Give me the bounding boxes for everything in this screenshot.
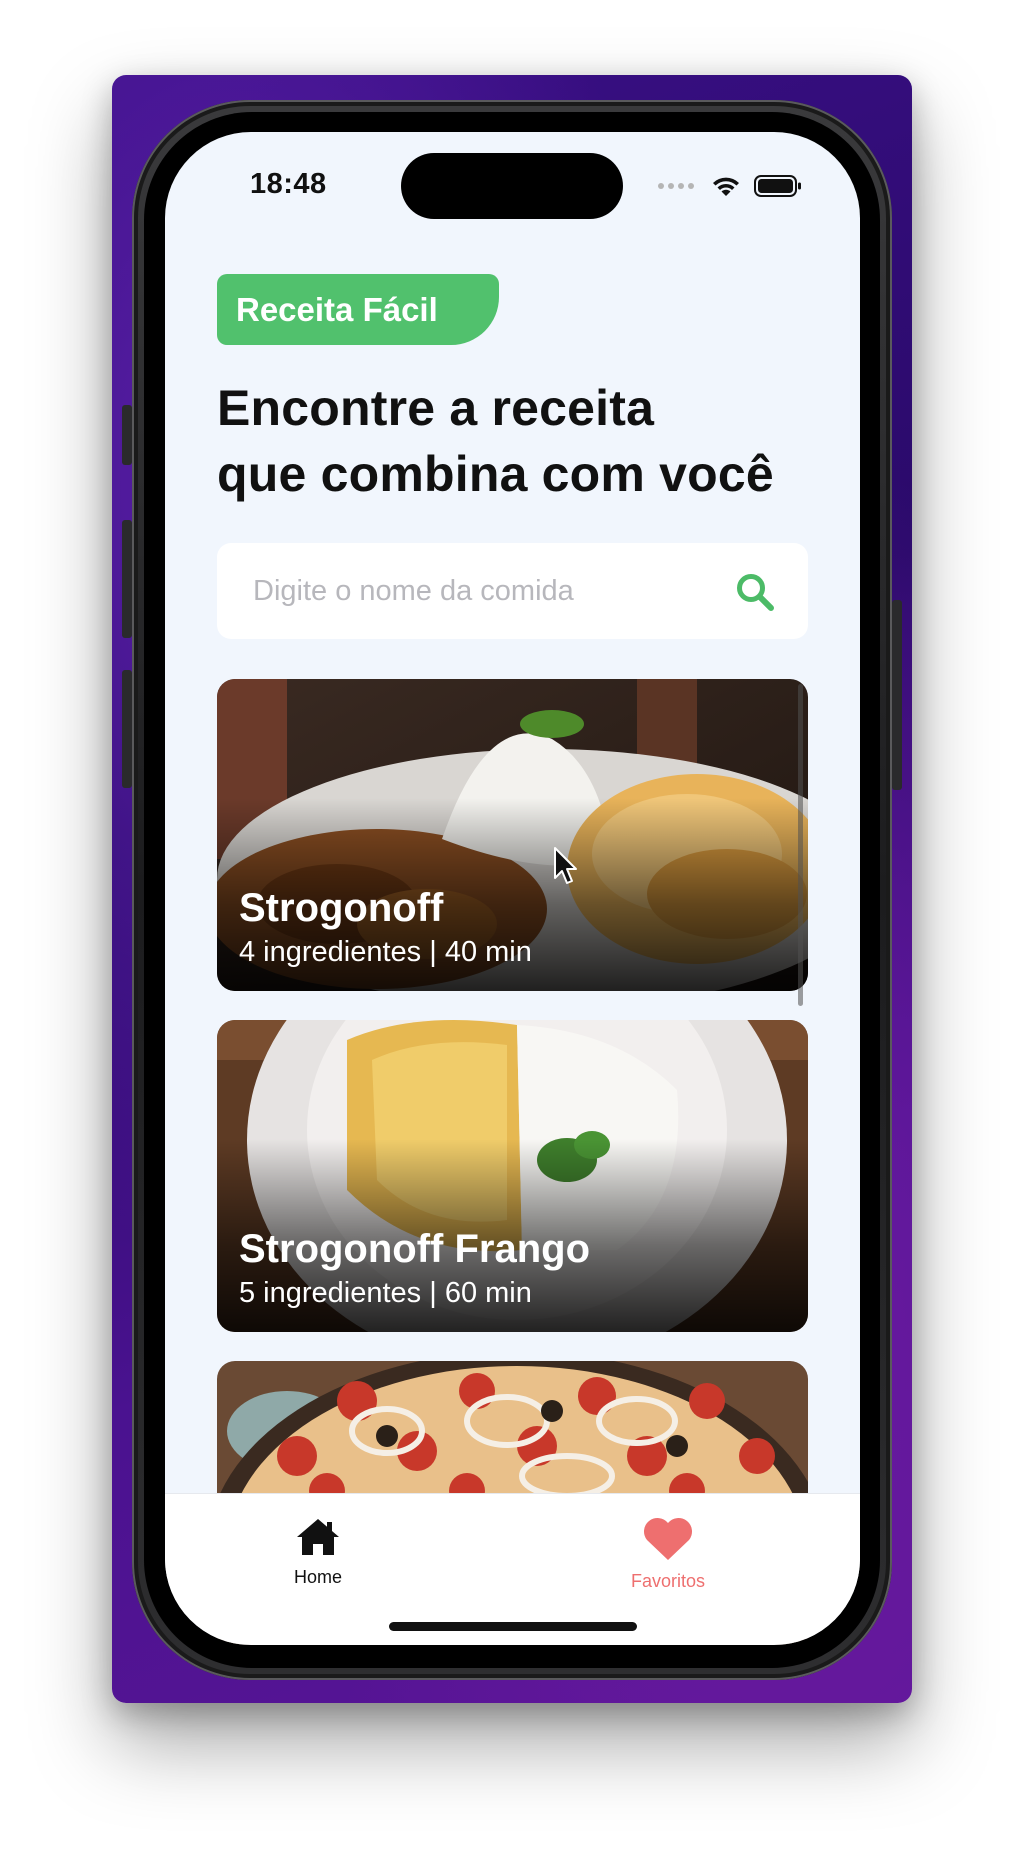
brand-badge: Receita Fácil — [217, 274, 499, 345]
signal-icon — [658, 183, 694, 189]
tab-home[interactable]: Home — [248, 1516, 388, 1588]
volume-down-button — [122, 670, 132, 788]
tab-home-label: Home — [293, 1567, 342, 1587]
headline-line-1: Encontre a receita — [217, 380, 655, 436]
tab-favorites-label: Favoritos — [630, 1571, 706, 1591]
status-time: 18:48 — [250, 168, 327, 200]
recipe-card[interactable]: Strogonoff Frango 5 ingredientes | 60 mi… — [217, 1020, 808, 1332]
power-button — [892, 600, 902, 790]
recipe-card[interactable]: Strogonoff 4 ingredientes | 40 min — [217, 679, 808, 991]
mouse-cursor-icon — [554, 847, 577, 884]
recipe-meta: 4 ingredientes | 40 min — [239, 936, 532, 968]
scrollbar[interactable] — [798, 684, 803, 1006]
headline-line-2: que combina com você — [217, 446, 774, 502]
main-content: Receita Fácil Encontre a receita que com… — [217, 274, 808, 639]
home-icon — [297, 1519, 339, 1555]
recipe-meta: 5 ingredientes | 60 min — [239, 1277, 532, 1309]
volume-up-button — [122, 520, 132, 638]
status-icons — [658, 174, 802, 198]
battery-icon — [754, 175, 801, 197]
search-bar — [217, 543, 808, 639]
tab-favorites[interactable]: Favoritos — [598, 1516, 738, 1592]
wifi-icon — [713, 177, 739, 196]
app-screen: 18:48 Receita Fácil Encontre a receita q… — [165, 132, 860, 1645]
search-icon[interactable] — [734, 571, 776, 613]
heart-icon — [643, 1517, 693, 1560]
dynamic-island — [401, 153, 623, 219]
search-input[interactable] — [217, 543, 717, 639]
recipe-title: Strogonoff — [239, 886, 444, 930]
status-bar: 18:48 — [165, 132, 860, 242]
page-headline: Encontre a receita que combina com você — [217, 375, 808, 507]
home-indicator[interactable] — [389, 1622, 637, 1631]
mute-switch — [122, 405, 132, 465]
recipe-title: Strogonoff Frango — [239, 1227, 591, 1271]
